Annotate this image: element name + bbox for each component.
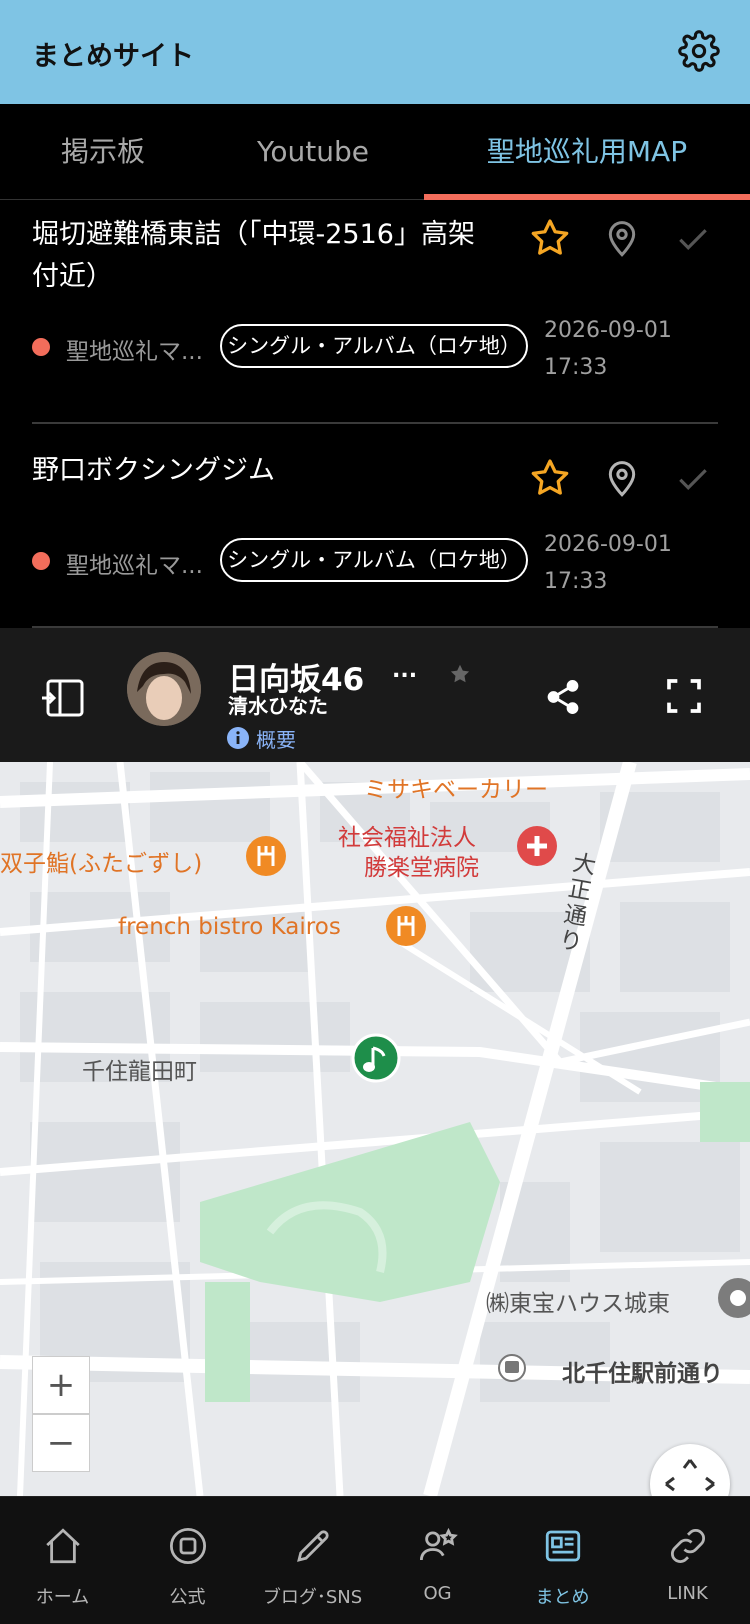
- pencil-icon: [297, 1530, 329, 1562]
- map-label-hospital-line2[interactable]: 勝楽堂病院: [364, 848, 479, 882]
- nav-item-og[interactable]: OG: [375, 1497, 500, 1624]
- nav-label: ホーム: [35, 1587, 90, 1608]
- nav-item-official[interactable]: 公式: [125, 1497, 250, 1624]
- official-icon: [169, 1527, 207, 1565]
- zoom-in-button[interactable]: +: [32, 1356, 90, 1414]
- nav-label: 公式: [169, 1587, 206, 1608]
- nav-item-link[interactable]: LINK: [625, 1497, 750, 1624]
- fullscreen-icon[interactable]: [664, 676, 704, 716]
- nav-label: OG: [423, 1583, 452, 1604]
- check-icon[interactable]: [674, 460, 712, 498]
- list-item[interactable]: 堀切避難橋東詰（「中環-2516」高架付近） 聖地巡礼マ... シングル・アルバ…: [32, 200, 718, 424]
- map-label-town: 千住龍田町: [82, 1059, 197, 1085]
- map-label-sushi[interactable]: 双子鮨(ふたごずし): [0, 844, 202, 878]
- zoom-out-button[interactable]: −: [32, 1414, 90, 1472]
- app-bar: まとめサイト: [0, 0, 750, 104]
- tab-bar: 掲示板 Youtube 聖地巡礼用MAP: [0, 104, 750, 200]
- item-time: 17:33: [544, 355, 608, 380]
- check-icon[interactable]: [674, 220, 712, 258]
- tab-pilgrimage-map[interactable]: 聖地巡礼用MAP: [424, 104, 750, 200]
- item-date: 2026-09-01: [544, 532, 672, 557]
- item-date: 2026-09-01: [544, 318, 672, 343]
- item-time: 17:33: [544, 569, 608, 594]
- og-icon: [419, 1527, 458, 1561]
- map-subtitle: 清水ひなた: [228, 694, 328, 718]
- item-title: 堀切避難橋東詰（「中環-2516」高架付近）: [32, 219, 475, 292]
- map-label-road: 北千住駅前通り: [562, 1361, 723, 1387]
- nav-item-home[interactable]: ホーム: [0, 1497, 125, 1624]
- item-category: 聖地巡礼マ...: [66, 339, 203, 365]
- item-category: 聖地巡礼マ...: [66, 553, 203, 579]
- app-title: まとめサイト: [32, 41, 194, 72]
- star-icon[interactable]: [448, 662, 472, 686]
- item-title: 野口ボクシングジム: [32, 455, 275, 486]
- category-dot: [32, 338, 50, 356]
- link-icon: [671, 1529, 705, 1563]
- crosshair-icon: [665, 1459, 715, 1492]
- location-pin-icon[interactable]: [602, 458, 642, 498]
- bottom-navigation: ホーム 公式 ブログ･SNS OG まとめ LINK: [0, 1496, 750, 1624]
- map-header: 日向坂46 ... 清水ひなた 概要: [0, 628, 750, 762]
- article-list: 堀切避難橋東詰（「中環-2516」高架付近） 聖地巡礼マ... シングル・アルバ…: [0, 200, 750, 628]
- nav-item-matome[interactable]: まとめ: [500, 1497, 625, 1624]
- star-icon[interactable]: [528, 216, 572, 260]
- home-icon: [46, 1528, 80, 1564]
- map-label-hospital-line1[interactable]: 社会福祉法人: [338, 818, 476, 852]
- side-panel-icon[interactable]: [40, 678, 86, 718]
- nav-item-blog-sns[interactable]: ブログ･SNS: [250, 1497, 375, 1624]
- share-icon[interactable]: [544, 678, 582, 716]
- avatar: [127, 652, 201, 726]
- embedded-map[interactable]: ミサキベーカリー 社会福祉法人 勝楽堂病院 双子鮨(ふたごずし) french …: [0, 762, 750, 1496]
- overview-link[interactable]: 概要: [256, 724, 296, 753]
- nav-label: まとめ: [535, 1587, 590, 1608]
- category-dot: [32, 552, 50, 570]
- map-label-bistro[interactable]: french bistro Kairos: [118, 914, 341, 940]
- tab-bulletin-board[interactable]: 掲示板: [0, 104, 206, 200]
- list-item[interactable]: 野口ボクシングジム 聖地巡礼マ... シングル・アルバム（ロケ地） 2026-0…: [32, 424, 718, 628]
- news-icon: [545, 1530, 581, 1562]
- gear-icon[interactable]: [678, 30, 720, 72]
- map-label-bakery[interactable]: ミサキベーカリー: [364, 770, 548, 804]
- info-icon[interactable]: [226, 726, 250, 750]
- star-icon[interactable]: [528, 456, 572, 500]
- tag-chip[interactable]: シングル・アルバム（ロケ地）: [220, 324, 528, 368]
- nav-label: LINK: [667, 1583, 708, 1604]
- nav-label: ブログ･SNS: [262, 1587, 363, 1608]
- map-label-company[interactable]: ㈱東宝ハウス城東: [486, 1284, 670, 1318]
- recenter-button[interactable]: [650, 1444, 730, 1496]
- more-button[interactable]: ...: [392, 658, 417, 683]
- tab-youtube[interactable]: Youtube: [206, 104, 420, 200]
- location-pin-icon[interactable]: [602, 218, 642, 258]
- tag-chip[interactable]: シングル・アルバム（ロケ地）: [220, 538, 528, 582]
